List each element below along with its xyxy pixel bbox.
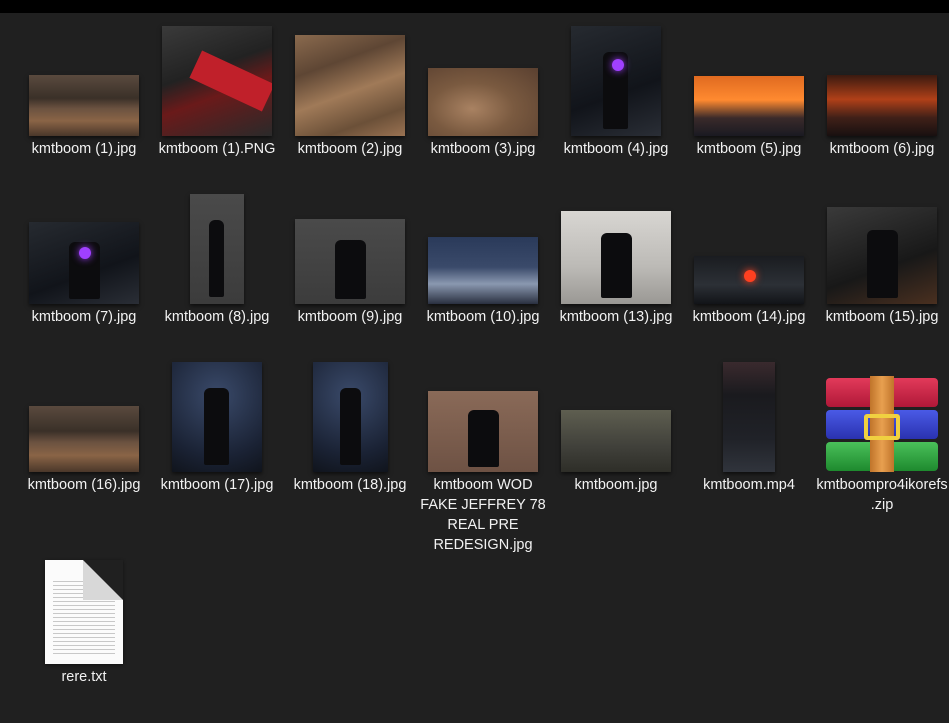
file-name-label: kmtboom (9).jpg [297, 309, 403, 325]
thumbnail-area [153, 360, 281, 472]
file-name-label: kmtboom (4).jpg [563, 141, 669, 157]
video-thumbnail [723, 362, 775, 472]
file-name-label: kmtboom (7).jpg [31, 309, 137, 325]
thumbnail-area [20, 360, 148, 472]
thumbnail-area [153, 192, 281, 304]
thumbnail-area [153, 24, 281, 136]
image-thumbnail [827, 207, 937, 304]
thumbnail-area [552, 24, 680, 136]
file-name-label: kmtboom WOD FAKE JEFFREY 78 REAL PRE RED… [420, 477, 546, 553]
image-thumbnail [295, 219, 405, 304]
file-name-label: kmtboom (3).jpg [430, 141, 536, 157]
image-thumbnail [29, 222, 139, 304]
file-name-label: kmtboom (18).jpg [293, 477, 407, 493]
thumbnail-area [286, 360, 414, 472]
thumbnail-area [685, 192, 813, 304]
thumbnail-area [552, 360, 680, 472]
file-name-label: kmtboom (6).jpg [829, 141, 935, 157]
image-thumbnail [428, 391, 538, 472]
thumbnail-area [20, 552, 148, 664]
image-thumbnail [29, 75, 139, 136]
file-name-label: kmtboom (13).jpg [559, 309, 673, 325]
thumbnail-area [552, 192, 680, 304]
thumbnail-area [419, 360, 547, 472]
thumbnail-area [818, 360, 946, 472]
file-name-label: kmtboom (2).jpg [297, 141, 403, 157]
thumbnail-area [685, 360, 813, 472]
text-file-icon [45, 560, 123, 664]
image-thumbnail [312, 362, 388, 472]
image-thumbnail [190, 194, 244, 304]
winrar-archive-icon [824, 376, 940, 472]
thumbnail-area [818, 192, 946, 304]
file-name-label: rere.txt [61, 669, 107, 685]
thumbnail-area [286, 192, 414, 304]
file-name-label: kmtboom (1).PNG [158, 141, 276, 157]
file-name-label: kmtboompro4ikorefs.zip [816, 477, 948, 513]
file-name-label: kmtboom (15).jpg [825, 309, 939, 325]
file-name-label: kmtboom.jpg [574, 477, 658, 493]
image-thumbnail [827, 75, 937, 136]
thumbnail-area [286, 24, 414, 136]
image-thumbnail [162, 26, 272, 136]
file-grid: kmtboom (1).jpg kmtboom (1).PNG kmtboom (2… [0, 0, 949, 723]
file-name-label: kmtboom (5).jpg [696, 141, 802, 157]
image-thumbnail [29, 406, 139, 472]
file-name-label: kmtboom (1).jpg [31, 141, 137, 157]
image-thumbnail [561, 211, 671, 304]
file-name-label: kmtboom (10).jpg [426, 309, 540, 325]
image-thumbnail [428, 237, 538, 304]
thumbnail-area [818, 24, 946, 136]
image-thumbnail [694, 256, 804, 304]
file-name-label: kmtboom (17).jpg [160, 477, 274, 493]
file-name-label: kmtboom (16).jpg [27, 477, 141, 493]
thumbnail-area [419, 192, 547, 304]
image-thumbnail [172, 362, 262, 472]
thumbnail-area [685, 24, 813, 136]
image-thumbnail [694, 76, 804, 136]
file-name-label: kmtboom (14).jpg [692, 309, 806, 325]
thumbnail-area [419, 24, 547, 136]
image-thumbnail [428, 68, 538, 136]
image-thumbnail [571, 26, 661, 136]
image-thumbnail [561, 410, 671, 472]
image-thumbnail [295, 35, 405, 136]
thumbnail-area [20, 24, 148, 136]
file-name-label: kmtboom.mp4 [703, 477, 795, 493]
file-name-label: kmtboom (8).jpg [164, 309, 270, 325]
thumbnail-area [20, 192, 148, 304]
